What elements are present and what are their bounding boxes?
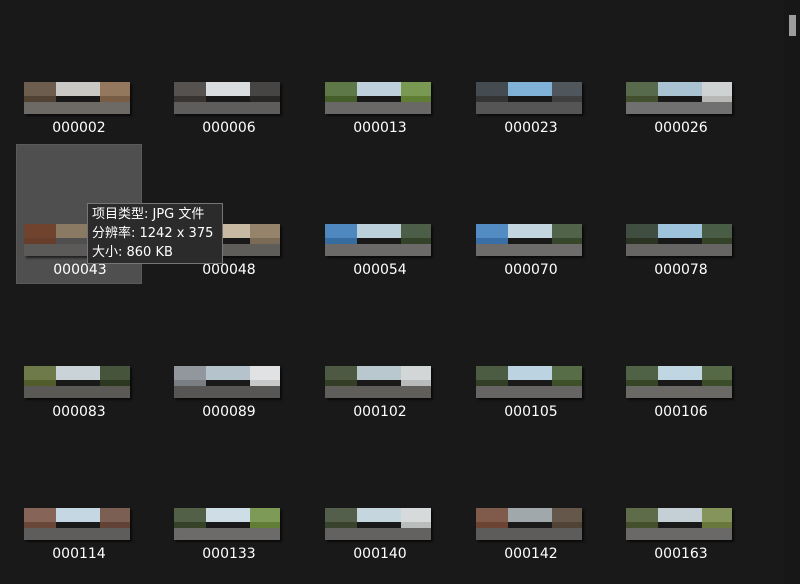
file-name-label: 000070 bbox=[504, 262, 558, 278]
file-name-label: 000133 bbox=[202, 546, 256, 562]
file-thumbnail bbox=[626, 366, 732, 398]
file-name-label: 000114 bbox=[52, 546, 106, 562]
file-thumbnail bbox=[626, 82, 732, 114]
file-tile[interactable]: 000114 bbox=[16, 428, 142, 568]
file-tile[interactable]: 000102 bbox=[317, 286, 443, 426]
file-name-label: 000006 bbox=[202, 120, 256, 136]
file-name-label: 000013 bbox=[353, 120, 407, 136]
file-name-label: 000106 bbox=[654, 404, 708, 420]
file-name-label: 000163 bbox=[654, 546, 708, 562]
file-thumbnail bbox=[325, 366, 431, 398]
file-tile[interactable]: 000006 bbox=[166, 2, 292, 142]
file-name-label: 000140 bbox=[353, 546, 407, 562]
tooltip-size: 大小: 860 KB bbox=[92, 245, 173, 260]
file-name-label: 000002 bbox=[52, 120, 106, 136]
file-name-label: 000102 bbox=[353, 404, 407, 420]
tooltip-item-type: 项目类型: JPG 文件 bbox=[92, 207, 205, 222]
file-name-label: 000026 bbox=[654, 120, 708, 136]
file-thumbnail bbox=[626, 224, 732, 256]
file-tile[interactable]: 000089 bbox=[166, 286, 292, 426]
file-thumbnail bbox=[325, 82, 431, 114]
file-thumbnail bbox=[174, 508, 280, 540]
file-name-label: 000083 bbox=[52, 404, 106, 420]
file-thumbnail bbox=[325, 224, 431, 256]
file-name-label: 000054 bbox=[353, 262, 407, 278]
file-tile[interactable]: 000142 bbox=[468, 428, 594, 568]
file-thumbnail bbox=[476, 224, 582, 256]
file-thumbnail bbox=[476, 508, 582, 540]
file-thumbnail bbox=[476, 366, 582, 398]
file-tile[interactable]: 000070 bbox=[468, 144, 594, 284]
file-thumbnail bbox=[24, 366, 130, 398]
file-tile[interactable]: 000083 bbox=[16, 286, 142, 426]
file-name-label: 000078 bbox=[654, 262, 708, 278]
vertical-scrollbar[interactable] bbox=[784, 0, 800, 584]
file-name-label: 000089 bbox=[202, 404, 256, 420]
scrollbar-thumb[interactable] bbox=[789, 15, 796, 36]
file-thumbnail bbox=[24, 82, 130, 114]
file-tile[interactable]: 000054 bbox=[317, 144, 443, 284]
file-tile[interactable]: 000002 bbox=[16, 2, 142, 142]
file-name-label: 000023 bbox=[504, 120, 558, 136]
file-browser-view: 000002 000006 000013 000023 000026 000043 0000… bbox=[0, 0, 800, 584]
file-tile[interactable]: 000133 bbox=[166, 428, 292, 568]
file-name-label: 000142 bbox=[504, 546, 558, 562]
file-thumbnail bbox=[476, 82, 582, 114]
file-thumbnail bbox=[24, 508, 130, 540]
file-tile[interactable]: 000105 bbox=[468, 286, 594, 426]
file-tile[interactable]: 000140 bbox=[317, 428, 443, 568]
file-name-label: 000105 bbox=[504, 404, 558, 420]
file-tile[interactable]: 000013 bbox=[317, 2, 443, 142]
file-thumbnail bbox=[174, 366, 280, 398]
file-thumbnail bbox=[626, 508, 732, 540]
file-info-tooltip: 项目类型: JPG 文件 分辨率: 1242 x 375 大小: 860 KB bbox=[87, 203, 223, 264]
file-tile[interactable]: 000026 bbox=[618, 2, 744, 142]
file-name-label: 000043 bbox=[53, 262, 107, 278]
file-tile[interactable]: 000163 bbox=[618, 428, 744, 568]
file-tile[interactable]: 000023 bbox=[468, 2, 594, 142]
file-tile[interactable]: 000106 bbox=[618, 286, 744, 426]
file-name-label: 000048 bbox=[202, 262, 256, 278]
tooltip-resolution: 分辨率: 1242 x 375 bbox=[92, 226, 214, 241]
file-tile[interactable]: 000078 bbox=[618, 144, 744, 284]
file-thumbnail bbox=[325, 508, 431, 540]
file-thumbnail bbox=[174, 82, 280, 114]
